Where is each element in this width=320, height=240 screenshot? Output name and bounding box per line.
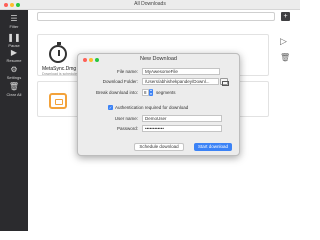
window-title: All Downloads: [134, 1, 166, 7]
sidebar-item-clear-all[interactable]: 🗑 Clear All: [0, 82, 28, 97]
password-label: Password:: [116, 126, 138, 131]
trash-icon: 🗑: [8, 82, 20, 91]
download-folder-field[interactable]: /Users/abhishekpandey/Downl...: [142, 78, 219, 85]
username-label: User name:: [114, 116, 138, 121]
file-name-label: File name:: [116, 69, 138, 74]
authentication-label: Authentication required for download: [115, 105, 189, 110]
sidebar-item-label: Settings: [6, 75, 22, 80]
folder-icon[interactable]: [220, 78, 229, 86]
sidebar-item-settings[interactable]: ⚙ Settings: [0, 65, 28, 80]
search-input[interactable]: [37, 12, 275, 21]
segments-field[interactable]: 8: [142, 89, 149, 96]
filter-icon: ☰: [10, 14, 18, 23]
sidebar-item-resume[interactable]: ▶ Resume: [0, 48, 28, 63]
segments-label: Break download into:: [95, 90, 138, 95]
username-field[interactable]: DemoUser: [142, 115, 222, 122]
window-titlebar: All Downloads: [0, 0, 300, 10]
add-download-button[interactable]: +: [281, 12, 290, 21]
schedule-download-button[interactable]: Schedule download: [134, 143, 184, 151]
play-icon: ▶: [10, 48, 18, 57]
stopwatch-icon: [48, 42, 68, 63]
pause-icon: ❚❚: [7, 33, 21, 42]
dialog-title: New Download: [140, 56, 177, 62]
password-field[interactable]: ••••••••••••: [142, 125, 222, 132]
file-icon: [48, 90, 68, 110]
download-folder-label: Download Folder:: [102, 79, 138, 84]
file-name-field[interactable]: MyAwesomeFile: [142, 68, 220, 75]
new-download-dialog: New Download File name: MyAwesomeFile Do…: [77, 53, 240, 156]
sidebar-item-pause[interactable]: ❚❚ Pause: [0, 33, 28, 48]
authentication-checkbox[interactable]: ✓: [108, 105, 113, 110]
sidebar-item-label: Filter: [9, 24, 19, 29]
segments-stepper[interactable]: ▲ ▼: [149, 88, 153, 96]
start-download-button[interactable]: Start download: [194, 143, 232, 151]
trash-icon[interactable]: 🗑: [280, 53, 290, 62]
sidebar-item-label: Resume: [6, 58, 22, 63]
play-icon[interactable]: ▷: [280, 37, 287, 46]
sidebar: ☰ Filter ❚❚ Pause ▶ Resume ⚙ Settings 🗑 …: [0, 10, 28, 231]
sidebar-item-label: Clear All: [6, 92, 22, 97]
segments-unit: segments: [156, 90, 176, 95]
gear-icon: ⚙: [10, 65, 18, 74]
sidebar-item-filter[interactable]: ☰ Filter: [0, 14, 28, 29]
